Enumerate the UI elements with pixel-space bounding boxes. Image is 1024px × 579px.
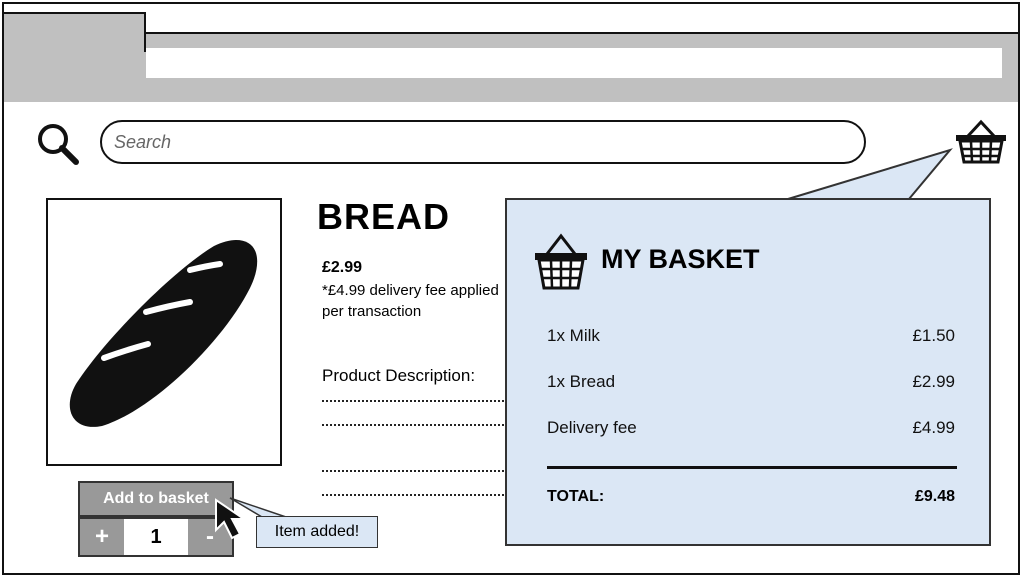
basket-item-price: £2.99: [912, 372, 955, 391]
basket-item-price: £4.99: [912, 418, 955, 437]
browser-window: BREAD £2.99 *£4.99 delivery fee applied …: [2, 2, 1020, 575]
item-added-toast: Item added!: [256, 516, 378, 548]
cursor-icon: [215, 498, 248, 540]
total-label: TOTAL:: [547, 488, 605, 505]
total-divider: [547, 466, 957, 469]
basket-panel: MY BASKET 1x Milk £1.50 1x Bread £2.99 D…: [505, 198, 991, 546]
basket-item-label: 1x Bread: [547, 372, 616, 391]
total-value: £9.48: [914, 488, 955, 505]
basket-icon: [535, 233, 587, 290]
basket-item-label: Delivery fee: [547, 418, 637, 437]
basket-item-label: 1x Milk: [547, 326, 600, 345]
basket-title: MY BASKET: [601, 244, 760, 274]
basket-item-price: £1.50: [912, 326, 955, 345]
